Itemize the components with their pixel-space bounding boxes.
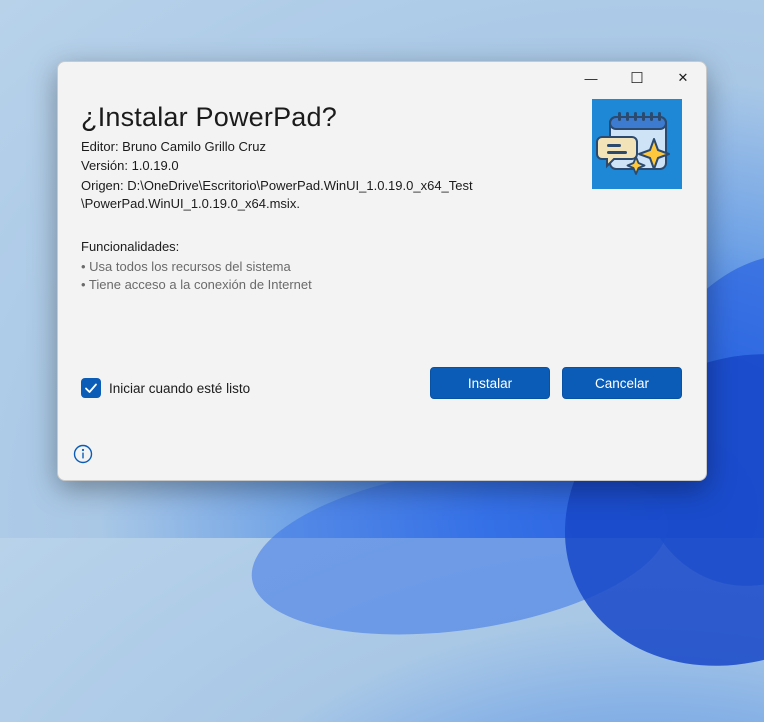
features-heading: Funcionalidades:: [81, 239, 180, 254]
minimize-button[interactable]: —: [568, 62, 614, 94]
cancel-button[interactable]: Cancelar: [562, 367, 682, 399]
info-icon[interactable]: [73, 444, 93, 464]
origin-text-continued: \PowerPad.WinUI_1.0.19.0_x64.msix.: [81, 196, 300, 211]
launch-when-ready-label: Iniciar cuando esté listo: [109, 380, 251, 396]
checkmark-icon: [85, 383, 97, 393]
powerpad-app-icon: [592, 99, 682, 189]
close-icon: ✕: [677, 70, 689, 85]
minimize-icon: —: [584, 70, 598, 86]
launch-when-ready-option[interactable]: Iniciar cuando esté listo: [81, 378, 250, 398]
maximize-icon: ☐: [630, 70, 644, 87]
launch-when-ready-checkbox[interactable]: [81, 378, 101, 398]
publisher-text: Editor: Bruno Camilo Grillo Cruz: [81, 139, 266, 154]
origin-text: Origen: D:\OneDrive\Escritorio\PowerPad.…: [81, 178, 473, 193]
version-text: Versión: 1.0.19.0: [81, 158, 179, 173]
close-button[interactable]: ✕: [660, 62, 706, 94]
installer-dialog: — ☐ ✕ ¿Instalar PowerPad? Editor: Bruno …: [57, 61, 707, 481]
page-title: ¿Instalar PowerPad?: [81, 102, 337, 132]
feature-item: • Usa todos los recursos del sistema: [81, 259, 291, 274]
maximize-button[interactable]: ☐: [614, 62, 660, 94]
feature-item: • Tiene acceso a la conexión de Internet: [81, 277, 312, 292]
install-button[interactable]: Instalar: [430, 367, 550, 399]
